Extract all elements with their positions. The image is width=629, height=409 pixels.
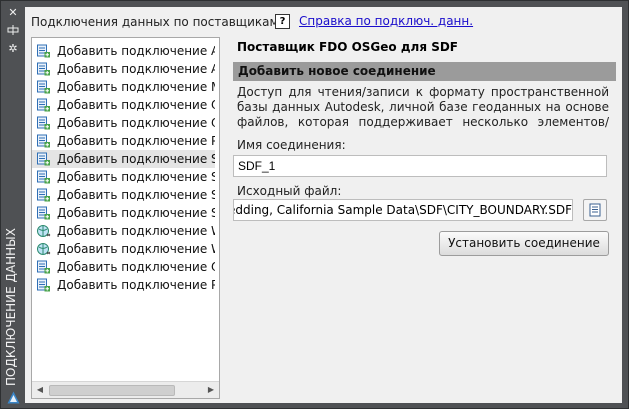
provider-list-hscrollbar[interactable]: ◀ ▶ — [32, 381, 219, 398]
provider-item[interactable]: Добавить подключение Отра — [32, 258, 215, 276]
provider-item[interactable]: Добавить подключение Растр — [32, 276, 215, 294]
provider-item-label: Добавить подключение MySQL — [57, 80, 215, 94]
odbc-icon — [36, 98, 51, 112]
provider-item[interactable]: Добавить подключение ArcGIS — [32, 42, 215, 60]
provider-description: Доступ для чтения/записи к формату прост… — [237, 85, 609, 129]
close-icon[interactable]: ✕ — [6, 6, 20, 20]
provider-item-label: Добавить подключение WMS — [57, 242, 215, 256]
provider-item-label: Добавить подключение ODBC — [57, 98, 215, 112]
provider-item-label: Добавить подключение ArcSDE — [57, 62, 215, 76]
scroll-right-arrow-icon[interactable]: ▶ — [204, 382, 218, 398]
provider-item-label: Добавить подключение Растр — [57, 278, 215, 292]
data-connect-panel: Подключения данных по поставщикам ? Спра… — [25, 7, 622, 403]
pin-icon[interactable] — [6, 24, 20, 38]
provider-item[interactable]: Добавить подключение ODBC — [32, 96, 215, 114]
provider-item[interactable]: Добавить подключение ArcSDE — [32, 60, 215, 78]
scroll-left-arrow-icon[interactable]: ◀ — [33, 382, 47, 398]
provider-item-label: Добавить подключение ArcGIS — [57, 44, 215, 58]
provider-item[interactable]: Добавить подключение SQL Server — [32, 186, 215, 204]
wms-icon — [36, 242, 51, 256]
source-file-label: Исходный файл: — [237, 184, 342, 198]
section-header: Добавить новое соединение — [233, 62, 616, 81]
mysql-icon — [36, 80, 51, 94]
provider-item[interactable]: Добавить подключение PostgreSQL — [32, 132, 215, 150]
connection-name-label: Имя соединения: — [237, 138, 346, 152]
source-file-value: ta\Redding, California Sample Data\SDF\C… — [233, 203, 572, 217]
help-icon[interactable]: ? — [275, 14, 290, 29]
sdf-icon — [36, 152, 51, 166]
provider-title: Поставщик FDO OSGeo для SDF — [237, 40, 458, 54]
arcsde-icon — [36, 62, 51, 76]
provider-item-label: Добавить подключение SDF — [57, 152, 215, 166]
provider-item[interactable]: Добавить подключение MySQL — [32, 78, 215, 96]
sqlite-icon — [36, 206, 51, 220]
provider-item[interactable]: Добавить подключение SQLite — [32, 204, 215, 222]
provider-item-label: Добавить подключение Отра — [57, 260, 215, 274]
arcgis-icon — [36, 44, 51, 58]
help-link[interactable]: Справка по подключ. данн. — [299, 14, 473, 28]
browse-button[interactable] — [583, 199, 607, 221]
wfs-icon — [36, 224, 51, 238]
connection-details: Поставщик FDO OSGeo для SDF Добавить нов… — [231, 37, 617, 397]
provider-item-label: Добавить подключение PostgreSQL — [57, 134, 215, 148]
providers-header: Подключения данных по поставщикам — [31, 15, 279, 29]
provider-item-label: Добавить подключение SQL Server — [57, 188, 215, 202]
shp-icon — [36, 170, 51, 184]
raster-icon — [36, 260, 51, 274]
palette-title-strip: ✕ ✲ ПОДКЛЮЧЕНИЕ ДАННЫХ — [2, 2, 23, 407]
provider-list[interactable]: Добавить подключение ArcGIS Добавить подк… — [31, 37, 220, 399]
provider-item[interactable]: Добавить подключение SHP — [32, 168, 215, 186]
browse-file-icon — [589, 203, 601, 217]
provider-item-label: Добавить подключение Oracle — [57, 116, 215, 130]
connect-button[interactable]: Установить соединение — [439, 231, 609, 256]
connection-name-input[interactable] — [233, 155, 607, 177]
sqlserver-icon — [36, 188, 51, 202]
provider-item[interactable]: Добавить подключение WFS — [32, 222, 215, 240]
provider-item-label: Добавить подключение SHP — [57, 170, 215, 184]
data-connect-palette: ✕ ✲ ПОДКЛЮЧЕНИЕ ДАННЫХ Подключения данны… — [0, 0, 629, 409]
provider-item[interactable]: Добавить подключение Oracle — [32, 114, 215, 132]
provider-item-label: Добавить подключение SQLite — [57, 206, 215, 220]
autodesk-logo — [7, 391, 20, 404]
postgresql-icon — [36, 134, 51, 148]
provider-item[interactable]: Добавить подключение WMS — [32, 240, 215, 258]
source-file-input[interactable]: ta\Redding, California Sample Data\SDF\C… — [233, 199, 573, 221]
oracle-icon — [36, 116, 51, 130]
provider-item[interactable]: Добавить подключение SDF — [32, 150, 215, 168]
raster-icon — [36, 278, 51, 292]
palette-title: ПОДКЛЮЧЕНИЕ ДАННЫХ — [4, 228, 18, 386]
provider-item-label: Добавить подключение WFS — [57, 224, 215, 238]
scroll-thumb[interactable] — [49, 385, 175, 396]
settings-icon[interactable]: ✲ — [6, 42, 20, 56]
